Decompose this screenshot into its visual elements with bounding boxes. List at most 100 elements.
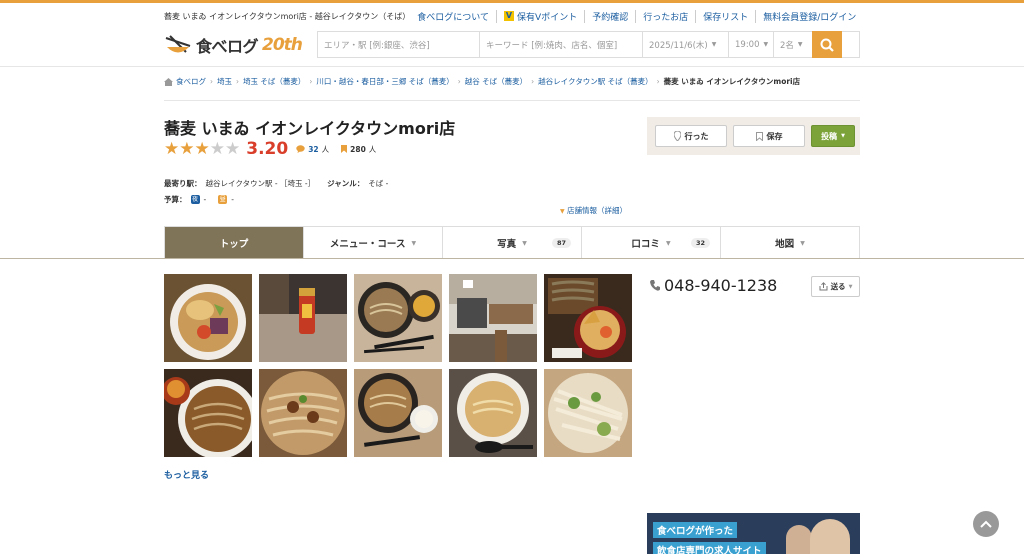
- budget-label: 予算：: [164, 195, 187, 204]
- scroll-to-top-button[interactable]: [973, 511, 999, 537]
- home-icon: [164, 77, 173, 86]
- tab-map[interactable]: 地図 ▼: [720, 227, 859, 259]
- budget-day-value: -: [231, 195, 234, 204]
- detail-link-label: 店舗情報（詳細）: [567, 206, 628, 215]
- send-button[interactable]: 送る ▼: [811, 276, 860, 297]
- sun-icon: 昼: [218, 195, 228, 204]
- vpoint-label: 保有Vポイント: [517, 12, 578, 23]
- star-icon: ★: [209, 138, 225, 159]
- rating-row: ★ ★ ★ ★ ★ 3.20 32 人 280 人: [164, 139, 376, 159]
- more-photos-link[interactable]: もっと見る: [164, 468, 209, 481]
- banner-line-2: 飲食店専門の求人サイト: [653, 542, 766, 554]
- breadcrumb-item-area-soba[interactable]: 川口・越谷・春日部・三郷 そば（蕎麦）: [316, 76, 453, 87]
- star-icon: ★: [225, 138, 241, 159]
- chevron-down-icon: ▼: [522, 239, 527, 247]
- chevron-down-icon: ▼: [560, 208, 565, 215]
- header-links: 食べログについて V 保有Vポイント 予約確認 行ったお店 保存リスト 無料会員登…: [410, 9, 863, 23]
- rating-stars: ★ ★ ★ ★ ★: [164, 138, 241, 159]
- photo-thumbnail[interactable]: [544, 274, 632, 362]
- station-value[interactable]: 越谷レイクタウン駅 - ［埼玉 -］: [206, 178, 316, 189]
- photo-thumbnail[interactable]: [449, 369, 537, 457]
- chevron-down-icon: ▼: [711, 41, 717, 48]
- breadcrumb-separator: ›: [531, 77, 535, 86]
- review-count-link[interactable]: 32 人: [296, 144, 329, 155]
- breadcrumb-item-station-soba[interactable]: 越谷レイクタウン駅 そば（蕎麦）: [538, 76, 652, 87]
- login-link[interactable]: 無料会員登録/ログイン: [755, 9, 863, 23]
- about-link[interactable]: 食べログについて: [410, 10, 496, 23]
- date-value: 2025/11/6(木): [649, 40, 708, 51]
- save-label: 保存: [766, 131, 783, 141]
- genre-value[interactable]: そば -: [368, 178, 388, 189]
- tab-photos[interactable]: 写真 ▼ 87: [442, 227, 581, 259]
- area-input[interactable]: エリア・駅 [例:銀座、渋谷]: [318, 32, 480, 57]
- date-select[interactable]: 2025/11/6(木) ▼: [643, 32, 729, 57]
- photo-thumbnail[interactable]: [164, 274, 252, 362]
- photo-thumbnail[interactable]: [449, 274, 537, 362]
- people-select[interactable]: 2名 ▼: [774, 32, 812, 57]
- vpoint-icon: V: [504, 11, 515, 21]
- tab-label: トップ: [219, 239, 249, 250]
- breadcrumb-item-koshigaya-soba[interactable]: 越谷 そば（蕎麦）: [465, 76, 527, 87]
- tab-badge: 32: [690, 238, 710, 248]
- chopsticks-logo-icon: [165, 35, 191, 53]
- went-button[interactable]: 行った: [655, 125, 727, 147]
- breadcrumb-separator: ›: [309, 77, 313, 86]
- save-button[interactable]: 保存: [733, 125, 805, 147]
- phone-number: 048-940-1238: [650, 276, 777, 295]
- tab-reviews[interactable]: 口コミ ▼ 32: [581, 227, 720, 259]
- breadcrumb-item-saitama[interactable]: 埼玉: [217, 76, 232, 87]
- share-icon: [819, 282, 828, 291]
- photo-gallery: [164, 274, 634, 457]
- header-top: 蕎麦 いまゐ イオンレイクタウンmori店 - 越谷レイクタウン（そば） 食べロ…: [164, 9, 860, 23]
- map-pin-icon: [673, 131, 681, 141]
- chevron-down-icon: ▼: [841, 133, 845, 139]
- tab-badge: 87: [551, 238, 571, 248]
- bookmark-icon: [755, 131, 763, 141]
- reservation-link[interactable]: 予約確認: [584, 9, 635, 23]
- station-genre-info: 最寄り駅： 越谷レイクタウン駅 - ［埼玉 -］ ジャンル： そば -: [164, 178, 388, 189]
- tab-underline: [0, 258, 1024, 259]
- banner-person-image: [786, 525, 812, 554]
- breadcrumb-separator: ›: [457, 77, 461, 86]
- search-button[interactable]: [812, 31, 842, 58]
- counts: 32 人 280 人: [296, 144, 376, 155]
- action-box: 行った 保存 投稿 ▼: [647, 117, 860, 155]
- job-site-banner[interactable]: 食べログが作った 飲食店専門の求人サイト: [647, 513, 860, 554]
- photo-thumbnail[interactable]: [354, 274, 442, 362]
- search-icon: [820, 38, 834, 52]
- speech-bubble-icon: [296, 145, 305, 153]
- breadcrumb-separator: ›: [656, 77, 660, 86]
- header-divider: [0, 66, 1024, 67]
- photo-thumbnail[interactable]: [259, 369, 347, 457]
- search-bar: エリア・駅 [例:銀座、渋谷] キーワード [例:焼肉、店名、個室] 2025/…: [317, 31, 860, 58]
- detail-link[interactable]: ▼ 店舗情報（詳細）: [560, 205, 627, 216]
- tab-label: 口コミ: [631, 239, 660, 250]
- visited-link[interactable]: 行ったお店: [635, 9, 695, 23]
- photo-thumbnail[interactable]: [164, 369, 252, 457]
- send-label: 送る: [830, 282, 846, 291]
- logo[interactable]: 食べログ 20th: [164, 32, 304, 58]
- chevron-down-icon: ▼: [800, 239, 805, 247]
- photo-thumbnail[interactable]: [354, 369, 442, 457]
- photo-thumbnail[interactable]: [259, 274, 347, 362]
- banner-person-image: [810, 519, 850, 554]
- chevron-down-icon: ▼: [665, 239, 671, 247]
- tab-top[interactable]: トップ: [165, 227, 303, 259]
- chevron-down-icon: ▼: [411, 239, 417, 247]
- post-label: 投稿: [821, 131, 838, 141]
- tab-menu[interactable]: メニュー・コース ▼: [303, 227, 442, 259]
- photo-thumbnail[interactable]: [544, 369, 632, 457]
- post-button[interactable]: 投稿 ▼: [811, 125, 855, 147]
- review-unit: 人: [321, 144, 330, 154]
- breadcrumb-separator: ›: [236, 77, 239, 86]
- people-value: 2名: [780, 40, 794, 51]
- keyword-input[interactable]: キーワード [例:焼肉、店名、個室]: [480, 32, 643, 57]
- star-icon: ★: [179, 138, 195, 159]
- vpoint-link[interactable]: V 保有Vポイント: [496, 9, 584, 23]
- breadcrumb-separator: ›: [210, 77, 213, 86]
- breadcrumb-item-saitama-soba[interactable]: 埼玉 そば（蕎麦）: [243, 76, 305, 87]
- review-count: 32: [308, 144, 319, 154]
- time-select[interactable]: 19:00 ▼: [729, 32, 774, 57]
- saved-list-link[interactable]: 保存リスト: [695, 9, 755, 23]
- breadcrumb-item-home[interactable]: 食べログ: [176, 76, 206, 87]
